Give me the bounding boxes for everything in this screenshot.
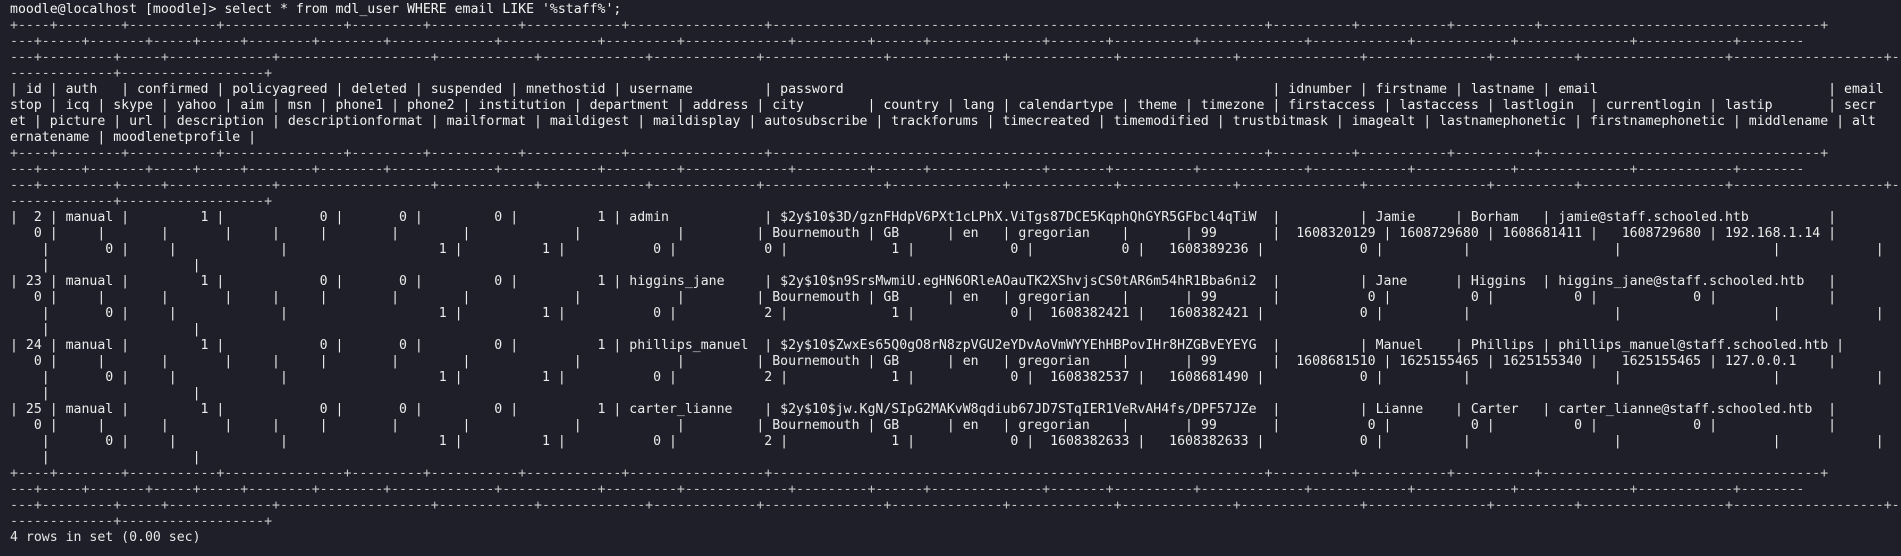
- table-header-row: | id | auth | confirmed | policyagreed |…: [10, 82, 1884, 97]
- terminal-window[interactable]: moodle@localhost [moodle]> select * from…: [0, 0, 1901, 556]
- table-row: 0 | | | | | | | | | | | Bournemouth | GB…: [10, 226, 1837, 241]
- table-row: | 0 | | | 1 | 1 | 0 | 2 | 1 | 0 | 160838…: [10, 370, 1884, 385]
- table-row: 0 | | | | | | | | | | | Bournemouth | GB…: [10, 418, 1837, 433]
- table-header-row: et | picture | url | description | descr…: [10, 114, 1876, 129]
- table-border: ---+---------+-----+-------------+------…: [10, 178, 1901, 193]
- table-border: -------------+------------------+: [10, 66, 273, 81]
- table-border: -------------+------------------+: [10, 194, 273, 209]
- table-header-row: ernatename | moodlenetprofile |: [10, 130, 257, 145]
- table-border: ---+-----+-------+-----+-----+--------+-…: [10, 482, 1805, 497]
- table-row: | |: [10, 386, 201, 401]
- table-border: ---+-----+-------+-----+-----+--------+-…: [10, 162, 1805, 177]
- table-row: | |: [10, 258, 201, 273]
- query-result-status: 4 rows in set (0.00 sec): [10, 530, 201, 545]
- table-row: | 0 | | | 1 | 1 | 0 | 0 | 1 | 0 | 0 | 16…: [10, 242, 1884, 257]
- table-border: ---+---------+-----+-------------+------…: [10, 50, 1901, 65]
- table-row: | |: [10, 322, 201, 337]
- table-row: 0 | | | | | | | | | | | Bournemouth | GB…: [10, 354, 1837, 369]
- table-border: -------------+------------------+: [10, 514, 273, 529]
- table-row: | 23 | manual | 1 | 0 | 0 | 0 | 1 | higg…: [10, 274, 1837, 289]
- table-row: | 25 | manual | 1 | 0 | 0 | 0 | 1 | cart…: [10, 402, 1837, 417]
- table-row: 0 | | | | | | | | | | | Bournemouth | GB…: [10, 290, 1837, 305]
- table-border: +----+--------+-----------+-------------…: [10, 146, 1829, 161]
- table-row: | 2 | manual | 1 | 0 | 0 | 0 | 1 | admin…: [10, 210, 1837, 225]
- table-row: | 24 | manual | 1 | 0 | 0 | 0 | 1 | phil…: [10, 338, 1845, 353]
- table-border: +----+--------+-----------+-------------…: [10, 18, 1829, 33]
- command-prompt: moodle@localhost [moodle]> select * from…: [10, 2, 622, 17]
- table-row: | 0 | | | 1 | 1 | 0 | 2 | 1 | 0 | 160838…: [10, 434, 1884, 449]
- table-border: ---+-----+-------+-----+-----+--------+-…: [10, 34, 1805, 49]
- table-header-row: stop | icq | skype | yahoo | aim | msn |…: [10, 98, 1876, 113]
- table-border: +----+--------+-----------+-------------…: [10, 466, 1829, 481]
- table-row: | 0 | | | 1 | 1 | 0 | 2 | 1 | 0 | 160838…: [10, 306, 1884, 321]
- table-row: | |: [10, 450, 201, 465]
- table-border: ---+---------+-----+-------------+------…: [10, 498, 1901, 513]
